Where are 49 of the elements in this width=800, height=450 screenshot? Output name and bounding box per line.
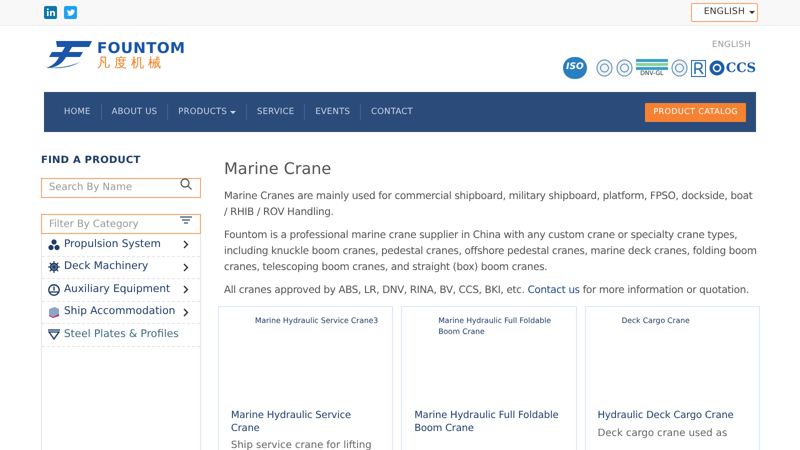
linkedin-icon[interactable]	[44, 6, 57, 19]
logo-chinese-text: 凡度机械	[97, 56, 166, 70]
search-icon[interactable]	[180, 178, 192, 190]
caret-icon	[749, 11, 755, 14]
bird-icon[interactable]	[64, 6, 77, 19]
chevron-right-icon	[183, 262, 189, 272]
category-item[interactable]: Deck Machinery	[42, 256, 200, 279]
cabin-icon	[48, 306, 60, 318]
card-description: Deck cargo crane used as	[598, 426, 728, 440]
chevron-right-icon	[183, 285, 189, 294]
seal-icon	[670, 59, 688, 77]
category-item[interactable]: Ship Accommodation	[42, 302, 200, 324]
gauge-icon	[48, 284, 60, 296]
seal-icon	[596, 59, 613, 77]
card-description: Ship service crane for lifting	[231, 439, 373, 450]
register-logo-icon	[690, 60, 706, 76]
nav-link[interactable]: HOME	[54, 104, 101, 120]
iso-logo: ISO	[562, 57, 587, 79]
filter-icon[interactable]	[180, 216, 192, 224]
category-item[interactable]: Steel Plates & Profiles	[42, 324, 200, 346]
paragraph: All cranes approved by ABS, LR, DNV, RINA, BV, CCS, BKI, etc. Contact us for more information or quotation.	[224, 284, 750, 298]
nav-link[interactable]: CONTACT	[360, 104, 423, 120]
card-title[interactable]: Hydraulic Deck Cargo Crane	[598, 410, 747, 422]
card-title[interactable]: Marine Hydraulic Service Crane	[231, 410, 380, 435]
sidebar-title: FIND A PRODUCT	[41, 154, 142, 168]
filter-field[interactable]: Filter By Category	[41, 214, 201, 234]
paragraph: Fountom is a professional marine crane supplier in China with any custom crane or specialty crane types, including knuckle boom cranes, pedestal cranes, offshore pedestal cranes, marine deck cranes, folding boom cranes, telescoping boom cranes, and straight (box) boom cranes.	[224, 229, 758, 275]
nav-link[interactable]: ABOUT US	[100, 104, 168, 120]
page-title: Marine Crane	[224, 158, 332, 180]
nav-link[interactable]: EVENTS	[304, 104, 360, 120]
paragraph: Marine Cranes are mainly used for commercial shipboard, military shipboard, platform, FPSO, dockside, boat / RHIB / ROV Handling.	[224, 190, 754, 220]
language-select[interactable]: ENGLISH	[690, 3, 758, 22]
nav-link[interactable]: SERVICE	[246, 104, 304, 120]
seal-icon	[616, 59, 633, 77]
category-item[interactable]: Auxiliary Equipment	[42, 279, 200, 302]
steel-profile-icon	[48, 329, 60, 340]
contact-link[interactable]: Contact us	[528, 285, 580, 296]
chevron-right-icon	[183, 240, 189, 250]
search-field[interactable]: Search By Name	[41, 178, 201, 198]
ship-wheel-icon	[48, 261, 60, 274]
ccs-logo: CCS	[708, 60, 756, 76]
caret-icon	[230, 110, 236, 114]
propeller-icon	[48, 238, 60, 251]
nav-link[interactable]: PRODUCTS	[167, 104, 246, 120]
chevron-right-icon	[183, 308, 189, 317]
logo-wordmark: FOUNTOM	[97, 40, 186, 56]
category-item[interactable]: Propulsion System	[42, 234, 200, 256]
card-title[interactable]: Marine Hydraulic Full Foldable Boom Crane	[414, 410, 564, 435]
logo[interactable]: FOUNTOM 凡度机械	[42, 40, 186, 70]
